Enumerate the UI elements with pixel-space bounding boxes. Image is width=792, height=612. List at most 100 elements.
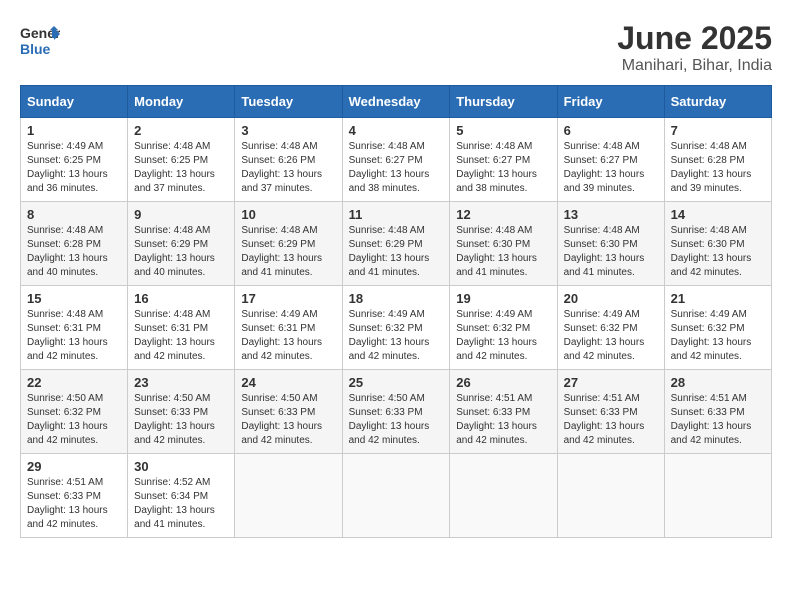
logo-graphic: General Blue xyxy=(20,20,60,70)
day-number: 13 xyxy=(564,207,658,222)
calendar-cell xyxy=(235,454,342,538)
col-friday: Friday xyxy=(557,86,664,118)
calendar-cell: 14 Sunrise: 4:48 AM Sunset: 6:30 PM Dayli… xyxy=(664,202,771,286)
col-tuesday: Tuesday xyxy=(235,86,342,118)
calendar-cell: 28 Sunrise: 4:51 AM Sunset: 6:33 PM Dayli… xyxy=(664,370,771,454)
calendar-week-row: 22 Sunrise: 4:50 AM Sunset: 6:32 PM Dayli… xyxy=(21,370,772,454)
cell-content: Sunrise: 4:49 AM Sunset: 6:32 PM Dayligh… xyxy=(456,308,550,364)
day-number: 15 xyxy=(27,291,121,306)
day-number: 7 xyxy=(671,123,765,138)
day-number: 24 xyxy=(241,375,335,390)
day-number: 26 xyxy=(456,375,550,390)
cell-content: Sunrise: 4:49 AM Sunset: 6:32 PM Dayligh… xyxy=(349,308,444,364)
calendar-cell: 24 Sunrise: 4:50 AM Sunset: 6:33 PM Dayli… xyxy=(235,370,342,454)
calendar-cell xyxy=(664,454,771,538)
cell-content: Sunrise: 4:48 AM Sunset: 6:31 PM Dayligh… xyxy=(27,308,121,364)
cell-content: Sunrise: 4:48 AM Sunset: 6:30 PM Dayligh… xyxy=(671,224,765,280)
day-number: 25 xyxy=(349,375,444,390)
cell-content: Sunrise: 4:51 AM Sunset: 6:33 PM Dayligh… xyxy=(671,392,765,448)
cell-content: Sunrise: 4:48 AM Sunset: 6:29 PM Dayligh… xyxy=(134,224,228,280)
calendar-week-row: 15 Sunrise: 4:48 AM Sunset: 6:31 PM Dayli… xyxy=(21,286,772,370)
calendar-cell: 30 Sunrise: 4:52 AM Sunset: 6:34 PM Dayli… xyxy=(128,454,235,538)
cell-content: Sunrise: 4:48 AM Sunset: 6:27 PM Dayligh… xyxy=(564,140,658,196)
day-number: 18 xyxy=(349,291,444,306)
calendar-cell: 5 Sunrise: 4:48 AM Sunset: 6:27 PM Daylig… xyxy=(450,118,557,202)
calendar-cell: 29 Sunrise: 4:51 AM Sunset: 6:33 PM Dayli… xyxy=(21,454,128,538)
cell-content: Sunrise: 4:49 AM Sunset: 6:32 PM Dayligh… xyxy=(671,308,765,364)
calendar-cell: 23 Sunrise: 4:50 AM Sunset: 6:33 PM Dayli… xyxy=(128,370,235,454)
day-number: 27 xyxy=(564,375,658,390)
day-number: 1 xyxy=(27,123,121,138)
calendar-header-row: Sunday Monday Tuesday Wednesday Thursday… xyxy=(21,86,772,118)
cell-content: Sunrise: 4:51 AM Sunset: 6:33 PM Dayligh… xyxy=(456,392,550,448)
cell-content: Sunrise: 4:50 AM Sunset: 6:33 PM Dayligh… xyxy=(241,392,335,448)
day-number: 30 xyxy=(134,459,228,474)
cell-content: Sunrise: 4:48 AM Sunset: 6:30 PM Dayligh… xyxy=(564,224,658,280)
cell-content: Sunrise: 4:50 AM Sunset: 6:33 PM Dayligh… xyxy=(134,392,228,448)
day-number: 17 xyxy=(241,291,335,306)
day-number: 23 xyxy=(134,375,228,390)
cell-content: Sunrise: 4:48 AM Sunset: 6:28 PM Dayligh… xyxy=(27,224,121,280)
calendar-week-row: 1Sunrise: 4:49 AM Sunset: 6:25 PM Daylig… xyxy=(21,118,772,202)
calendar-cell: 27Sunrise: 4:51 AM Sunset: 6:33 PM Dayli… xyxy=(557,370,664,454)
cell-content: Sunrise: 4:48 AM Sunset: 6:27 PM Dayligh… xyxy=(456,140,550,196)
col-saturday: Saturday xyxy=(664,86,771,118)
cell-content: Sunrise: 4:48 AM Sunset: 6:30 PM Dayligh… xyxy=(456,224,550,280)
day-number: 22 xyxy=(27,375,121,390)
calendar-cell: 7 Sunrise: 4:48 AM Sunset: 6:28 PM Daylig… xyxy=(664,118,771,202)
day-number: 5 xyxy=(456,123,550,138)
calendar-cell: 11 Sunrise: 4:48 AM Sunset: 6:29 PM Dayli… xyxy=(342,202,450,286)
col-wednesday: Wednesday xyxy=(342,86,450,118)
calendar-cell: 19 Sunrise: 4:49 AM Sunset: 6:32 PM Dayli… xyxy=(450,286,557,370)
calendar-cell: 3 Sunrise: 4:48 AM Sunset: 6:26 PM Daylig… xyxy=(235,118,342,202)
cell-content: Sunrise: 4:48 AM Sunset: 6:29 PM Dayligh… xyxy=(349,224,444,280)
location-title: Manihari, Bihar, India xyxy=(617,57,772,75)
col-monday: Monday xyxy=(128,86,235,118)
cell-content: Sunrise: 4:50 AM Sunset: 6:32 PM Dayligh… xyxy=(27,392,121,448)
day-number: 12 xyxy=(456,207,550,222)
day-number: 21 xyxy=(671,291,765,306)
cell-content: Sunrise: 4:51 AM Sunset: 6:33 PM Dayligh… xyxy=(27,476,121,532)
calendar-cell xyxy=(557,454,664,538)
day-number: 19 xyxy=(456,291,550,306)
calendar-cell xyxy=(342,454,450,538)
calendar-cell: 20Sunrise: 4:49 AM Sunset: 6:32 PM Dayli… xyxy=(557,286,664,370)
calendar-week-row: 29 Sunrise: 4:51 AM Sunset: 6:33 PM Dayli… xyxy=(21,454,772,538)
calendar-cell: 4 Sunrise: 4:48 AM Sunset: 6:27 PM Daylig… xyxy=(342,118,450,202)
cell-content: Sunrise: 4:48 AM Sunset: 6:25 PM Dayligh… xyxy=(134,140,228,196)
calendar-week-row: 8 Sunrise: 4:48 AM Sunset: 6:28 PM Daylig… xyxy=(21,202,772,286)
cell-content: Sunrise: 4:52 AM Sunset: 6:34 PM Dayligh… xyxy=(134,476,228,532)
calendar-cell: 1Sunrise: 4:49 AM Sunset: 6:25 PM Daylig… xyxy=(21,118,128,202)
calendar-table: Sunday Monday Tuesday Wednesday Thursday… xyxy=(20,85,772,538)
day-number: 8 xyxy=(27,207,121,222)
calendar-cell: 26 Sunrise: 4:51 AM Sunset: 6:33 PM Dayli… xyxy=(450,370,557,454)
cell-content: Sunrise: 4:49 AM Sunset: 6:31 PM Dayligh… xyxy=(241,308,335,364)
calendar-cell: 25Sunrise: 4:50 AM Sunset: 6:33 PM Dayli… xyxy=(342,370,450,454)
calendar-cell: 21 Sunrise: 4:49 AM Sunset: 6:32 PM Dayli… xyxy=(664,286,771,370)
col-sunday: Sunday xyxy=(21,86,128,118)
cell-content: Sunrise: 4:48 AM Sunset: 6:28 PM Dayligh… xyxy=(671,140,765,196)
day-number: 9 xyxy=(134,207,228,222)
day-number: 3 xyxy=(241,123,335,138)
day-number: 16 xyxy=(134,291,228,306)
day-number: 28 xyxy=(671,375,765,390)
cell-content: Sunrise: 4:48 AM Sunset: 6:26 PM Dayligh… xyxy=(241,140,335,196)
calendar-cell: 12 Sunrise: 4:48 AM Sunset: 6:30 PM Dayli… xyxy=(450,202,557,286)
calendar-cell: 17 Sunrise: 4:49 AM Sunset: 6:31 PM Dayli… xyxy=(235,286,342,370)
title-area: June 2025 Manihari, Bihar, India xyxy=(617,20,772,75)
day-number: 4 xyxy=(349,123,444,138)
cell-content: Sunrise: 4:49 AM Sunset: 6:32 PM Dayligh… xyxy=(564,308,658,364)
calendar-cell: 2 Sunrise: 4:48 AM Sunset: 6:25 PM Daylig… xyxy=(128,118,235,202)
calendar-cell: 8 Sunrise: 4:48 AM Sunset: 6:28 PM Daylig… xyxy=(21,202,128,286)
day-number: 10 xyxy=(241,207,335,222)
day-number: 29 xyxy=(27,459,121,474)
calendar-cell: 10Sunrise: 4:48 AM Sunset: 6:29 PM Dayli… xyxy=(235,202,342,286)
day-number: 11 xyxy=(349,207,444,222)
cell-content: Sunrise: 4:48 AM Sunset: 6:27 PM Dayligh… xyxy=(349,140,444,196)
calendar-cell: 15 Sunrise: 4:48 AM Sunset: 6:31 PM Dayli… xyxy=(21,286,128,370)
svg-text:Blue: Blue xyxy=(20,41,51,57)
day-number: 2 xyxy=(134,123,228,138)
calendar-cell: 18 Sunrise: 4:49 AM Sunset: 6:32 PM Dayli… xyxy=(342,286,450,370)
day-number: 14 xyxy=(671,207,765,222)
day-number: 6 xyxy=(564,123,658,138)
